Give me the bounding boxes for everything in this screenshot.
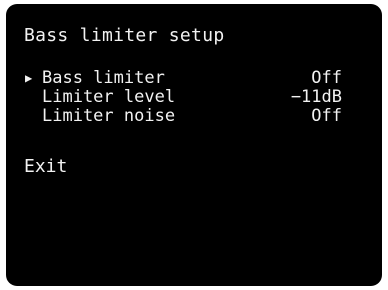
- exit-menu-item[interactable]: Exit: [24, 156, 67, 178]
- menu-item-limiter-level[interactable]: Limiter level −11dB: [24, 88, 342, 107]
- menu-item-value: Off: [311, 106, 342, 126]
- menu-item-bass-limiter[interactable]: ▶ Bass limiter Off: [24, 69, 342, 88]
- menu-item-value: Off: [311, 68, 342, 88]
- display-screen: Bass limiter setup ▶ Bass limiter Off Li…: [6, 4, 382, 286]
- menu-title: Bass limiter setup: [24, 25, 225, 46]
- menu-item-limiter-noise[interactable]: Limiter noise Off: [24, 107, 342, 126]
- menu-item-label: Limiter level: [42, 87, 176, 107]
- menu-item-label: Limiter noise: [42, 106, 176, 126]
- menu-item-value: −11dB: [290, 87, 342, 107]
- menu-list: ▶ Bass limiter Off Limiter level −11dB L…: [24, 69, 342, 126]
- selection-cursor-icon: ▶: [25, 71, 33, 85]
- menu-item-label: Bass limiter: [42, 68, 165, 88]
